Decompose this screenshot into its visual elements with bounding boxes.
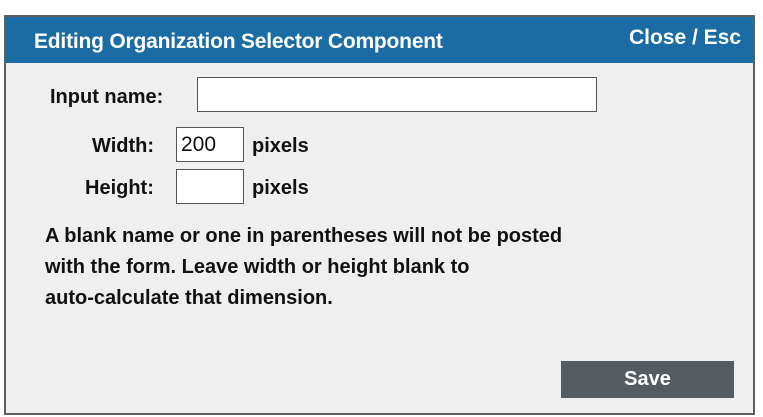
save-button[interactable]: Save (561, 361, 734, 398)
dialog-title: Editing Organization Selector Component (34, 30, 443, 53)
help-text-line: with the form. Leave width or height bla… (45, 256, 470, 278)
input-name-label: Input name: (50, 86, 164, 108)
height-unit-label: pixels (252, 177, 309, 199)
width-field[interactable] (176, 127, 244, 162)
height-field[interactable] (176, 169, 244, 204)
edit-component-dialog: Editing Organization Selector Component … (4, 15, 755, 415)
width-label: Width: (92, 135, 155, 157)
help-text-line: A blank name or one in parentheses will … (45, 225, 563, 247)
dialog-titlebar: Editing Organization Selector Component … (6, 17, 753, 63)
height-label: Height: (85, 177, 154, 199)
help-text: A blank name or one in parentheses will … (45, 221, 705, 314)
input-name-field[interactable] (197, 77, 597, 112)
width-unit-label: pixels (252, 135, 309, 157)
help-text-line: auto-calculate that dimension. (45, 287, 333, 309)
close-button[interactable]: Close / Esc (629, 26, 741, 50)
